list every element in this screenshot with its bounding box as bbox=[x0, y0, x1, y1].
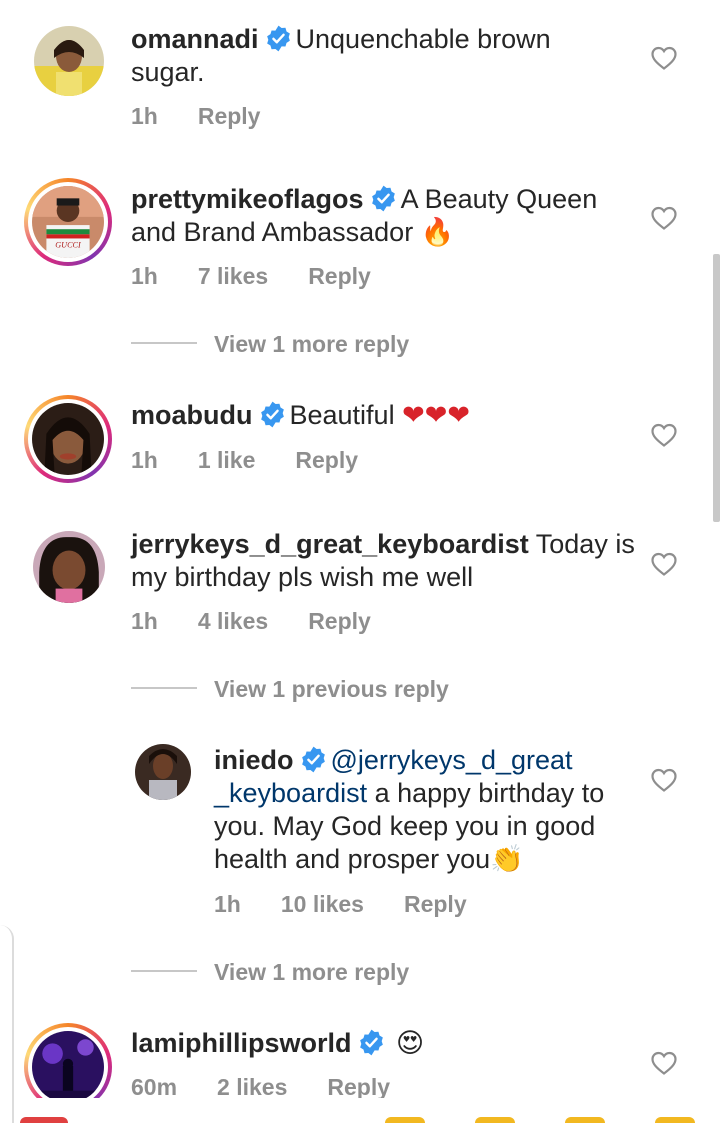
avatar-photo bbox=[33, 531, 105, 603]
emoji-reaction-bar[interactable] bbox=[0, 1117, 720, 1123]
view-more-divider bbox=[131, 970, 197, 972]
reply-button[interactable]: Reply bbox=[327, 1074, 390, 1100]
avatar[interactable] bbox=[24, 395, 112, 483]
avatar[interactable] bbox=[33, 531, 105, 603]
side-panel-edge bbox=[0, 925, 14, 1123]
username[interactable]: prettymikeoflagos bbox=[131, 184, 364, 214]
verified-badge-icon bbox=[370, 185, 397, 212]
username[interactable]: iniedo bbox=[214, 745, 294, 775]
likes-count[interactable]: 1 like bbox=[198, 447, 256, 473]
likes-count[interactable]: 4 likes bbox=[198, 608, 268, 634]
likes-count[interactable]: 7 likes bbox=[198, 263, 268, 289]
mention-link[interactable]: _keyboardist bbox=[214, 778, 367, 808]
timestamp: 1h bbox=[131, 447, 158, 473]
avatar[interactable] bbox=[34, 26, 104, 96]
avatar-photo bbox=[32, 1031, 104, 1103]
avatar-photo bbox=[135, 744, 191, 800]
bottom-cutoff-mask bbox=[0, 1098, 720, 1112]
clapping-emoji: 👏 bbox=[490, 844, 524, 875]
comment-text: a happy birthday to bbox=[374, 778, 605, 808]
comment-text: Unquenchable brown bbox=[295, 24, 551, 54]
comment-text: A Beauty Queen bbox=[400, 184, 598, 214]
timestamp: 1h bbox=[131, 103, 158, 129]
heart-outline-icon[interactable] bbox=[651, 423, 677, 447]
username[interactable]: omannadi bbox=[131, 24, 259, 54]
avatar[interactable] bbox=[135, 744, 191, 800]
verified-badge-icon bbox=[358, 1029, 385, 1056]
timestamp: 60m bbox=[131, 1074, 178, 1100]
heart-eyes-emoji: 😍 bbox=[396, 1028, 425, 1059]
view-previous-reply-button[interactable]: View 1 previous reply bbox=[214, 676, 449, 703]
view-more-replies-button[interactable]: View 1 more reply bbox=[214, 959, 409, 986]
heart-outline-icon[interactable] bbox=[651, 1051, 677, 1075]
view-previous-divider bbox=[131, 687, 197, 689]
comment-text: Today is bbox=[535, 529, 635, 559]
username[interactable]: moabudu bbox=[131, 400, 253, 430]
heart-outline-icon[interactable] bbox=[651, 206, 677, 230]
avatar[interactable]: GUCCI bbox=[24, 178, 112, 266]
avatar-photo bbox=[34, 26, 104, 96]
reply-button[interactable]: Reply bbox=[308, 608, 371, 634]
reply-button[interactable]: Reply bbox=[198, 103, 261, 129]
timestamp: 1h bbox=[131, 608, 158, 634]
comment-text: health and prosper you bbox=[214, 844, 491, 874]
view-more-divider bbox=[131, 342, 197, 344]
verified-badge-icon bbox=[259, 401, 286, 428]
comment-text: Beautiful bbox=[289, 400, 395, 430]
likes-count[interactable]: 10 likes bbox=[281, 891, 364, 917]
verified-badge-icon bbox=[265, 25, 292, 52]
heart-outline-icon[interactable] bbox=[651, 552, 677, 576]
reply-button[interactable]: Reply bbox=[404, 891, 467, 917]
likes-count[interactable]: 2 likes bbox=[217, 1074, 287, 1100]
heart-outline-icon[interactable] bbox=[651, 768, 677, 792]
comment-text: my birthday pls wish me well bbox=[131, 562, 474, 592]
comment-text: and Brand Ambassador bbox=[131, 217, 414, 247]
avatar-photo bbox=[32, 403, 104, 475]
timestamp: 1h bbox=[214, 891, 241, 917]
comment-text: sugar. bbox=[131, 57, 205, 87]
fire-emoji: 🔥 bbox=[420, 217, 455, 248]
view-more-replies-button[interactable]: View 1 more reply bbox=[214, 331, 409, 358]
username[interactable]: jerrykeys_d_great_keyboardist bbox=[131, 529, 529, 559]
red-hearts-emoji: ❤❤❤ bbox=[402, 400, 470, 431]
timestamp: 1h bbox=[131, 263, 158, 289]
avatar-shirt-text: GUCCI bbox=[55, 241, 82, 250]
heart-outline-icon[interactable] bbox=[651, 46, 677, 70]
username[interactable]: lamiphillipsworld bbox=[131, 1028, 352, 1058]
scrollbar[interactable] bbox=[713, 254, 720, 522]
reply-button[interactable]: Reply bbox=[308, 263, 371, 289]
verified-badge-icon bbox=[300, 746, 327, 773]
comment-text: you. May God keep you in good bbox=[214, 811, 596, 841]
mention-link[interactable]: @jerrykeys_d_great bbox=[331, 745, 573, 775]
reply-button[interactable]: Reply bbox=[295, 447, 358, 473]
avatar-photo: GUCCI bbox=[32, 186, 104, 258]
